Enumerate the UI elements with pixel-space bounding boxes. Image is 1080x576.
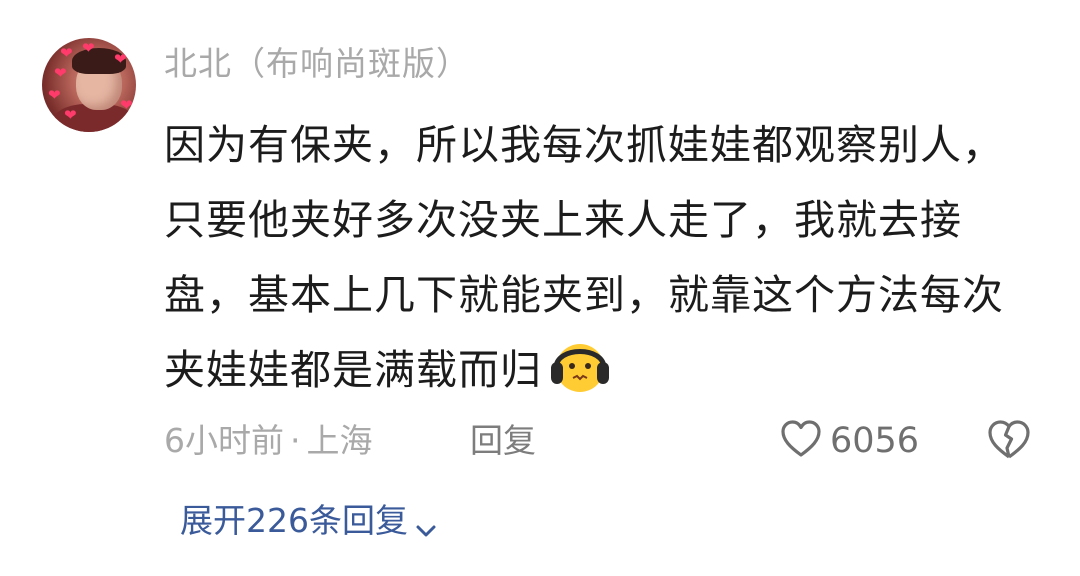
broken-heart-icon: [986, 420, 1032, 466]
comment-location: 上海: [306, 421, 373, 460]
heart-icon: ❤: [114, 50, 127, 68]
expand-replies-button[interactable]: 展开226条回复: [180, 494, 440, 548]
comment-meta: 6小时前 · 上海: [164, 415, 373, 467]
heart-icon: ❤: [60, 44, 73, 62]
heart-icon: ❤: [120, 96, 133, 114]
like-count: 6056: [830, 421, 920, 461]
heart-outline-icon: [780, 419, 822, 463]
comment-time: 6小时前: [164, 421, 284, 460]
reply-button[interactable]: 回复: [470, 415, 536, 467]
heart-icon: ❤: [54, 64, 67, 82]
meta-separator: ·: [290, 421, 301, 460]
comment-username[interactable]: 北北（布响尚斑版）: [164, 40, 470, 88]
chevron-down-icon: [412, 507, 440, 537]
comment-card: ❤ ❤ ❤ ❤ ❤ ❤ ❤ 北北（布响尚斑版） 因为有保夹，所以我每次抓娃娃都观…: [0, 0, 1080, 576]
heart-icon: ❤: [64, 106, 77, 124]
user-avatar[interactable]: ❤ ❤ ❤ ❤ ❤ ❤ ❤: [42, 38, 136, 132]
dislike-button[interactable]: [986, 418, 1032, 464]
expand-replies-label: 展开226条回复: [180, 501, 408, 540]
like-button[interactable]: 6056: [780, 415, 919, 467]
heart-icon: ❤: [48, 86, 61, 104]
heart-icon: ❤: [82, 39, 95, 57]
comment-content: 因为有保夹，所以我每次抓娃娃都观察别人，只要他夹好多次没夹上来人走了，我就去接盘…: [164, 108, 1044, 408]
headphones-face-emoji-icon: [548, 334, 612, 398]
